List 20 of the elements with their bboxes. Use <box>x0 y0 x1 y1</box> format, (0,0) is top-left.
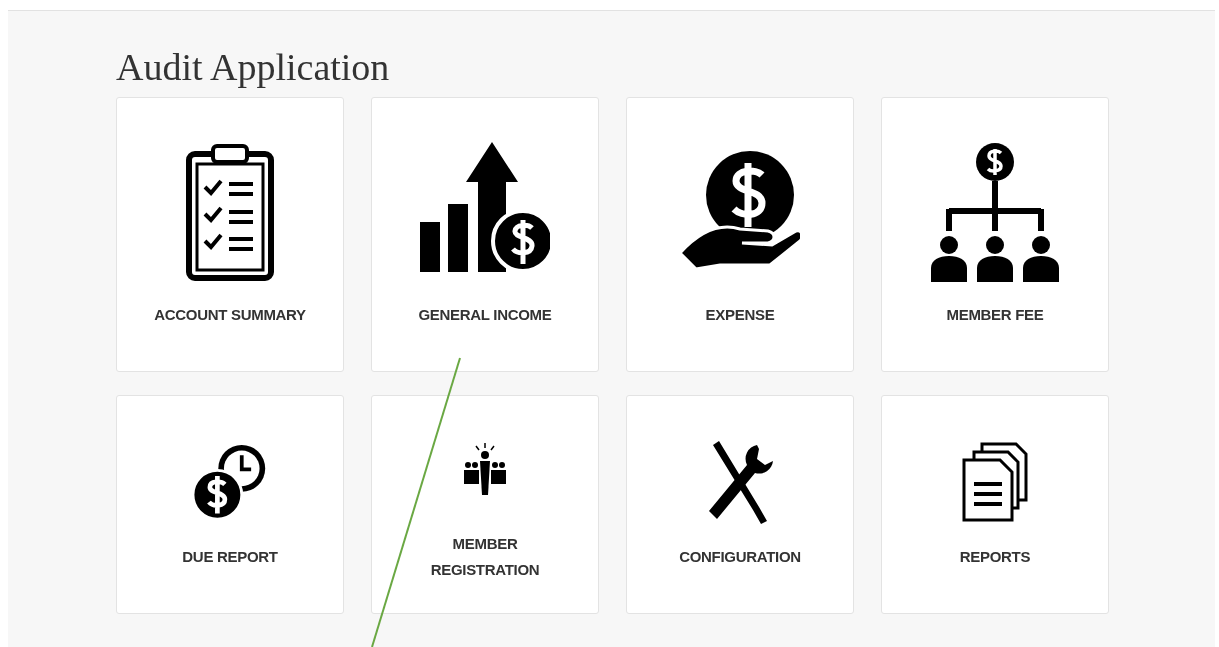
menu-tile[interactable]: EXPENSE <box>626 97 854 372</box>
tile-label: ACCOUNT SUMMARY <box>153 304 307 325</box>
menu-tile[interactable]: MEMBER REGISTRATION <box>371 395 599 614</box>
tile-label: GENERAL INCOME <box>417 304 553 325</box>
menu-tile[interactable]: CONFIGURATION <box>626 395 854 614</box>
hierarchy-icon <box>929 141 1061 282</box>
tile-label: DUE REPORT <box>181 547 279 567</box>
tile-label: MEMBER FEE <box>945 304 1045 325</box>
menu-tile[interactable]: ACCOUNT SUMMARY <box>116 97 344 372</box>
menu-tile[interactable]: DUE REPORT <box>116 395 344 614</box>
tile-label: CONFIGURATION <box>678 547 802 567</box>
menu-tile[interactable]: GENERAL INCOME <box>371 97 599 372</box>
tile-label: EXPENSE <box>704 304 776 325</box>
clipboard-icon <box>185 141 275 282</box>
menu-tile[interactable]: REPORTS <box>881 395 1109 614</box>
tile-label: REPORTS <box>958 547 1032 567</box>
tile-label: MEMBER REGISTRATION <box>429 534 541 580</box>
menu-tile[interactable]: MEMBER FEE <box>881 97 1109 372</box>
documents-icon <box>960 441 1030 522</box>
page-title: Audit Application <box>116 45 391 90</box>
